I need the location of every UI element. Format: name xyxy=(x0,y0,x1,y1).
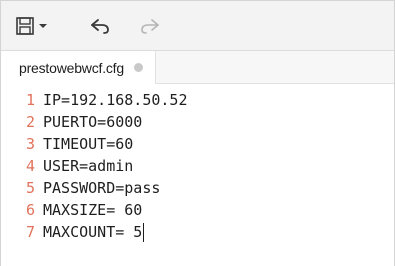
code-line: 1 IP=192.168.50.52 xyxy=(1,89,394,111)
line-number: 7 xyxy=(25,223,35,241)
line-text[interactable]: PUERTO=6000 xyxy=(43,113,142,131)
line-number: 2 xyxy=(25,113,35,131)
code-editor[interactable]: 1 IP=192.168.50.52 2 PUERTO=6000 3 TIMEO… xyxy=(1,85,394,266)
editor-window: prestowebwcf.cfg 1 IP=192.168.50.52 2 PU… xyxy=(0,0,395,266)
dropdown-arrow-icon[interactable] xyxy=(38,21,48,31)
unsaved-dot-icon xyxy=(133,63,143,72)
code-line: 2 PUERTO=6000 xyxy=(1,111,394,133)
tab-bar: prestowebwcf.cfg xyxy=(1,51,394,84)
toolbar xyxy=(1,1,394,51)
undo-button[interactable] xyxy=(85,13,115,39)
line-text[interactable]: MAXSIZE= 60 xyxy=(43,201,142,219)
redo-icon xyxy=(141,19,159,34)
code-line: 3 TIMEOUT=60 xyxy=(1,133,394,155)
line-text[interactable]: TIMEOUT=60 xyxy=(43,135,133,153)
line-number: 6 xyxy=(25,201,35,219)
tab-title: prestowebwcf.cfg xyxy=(19,59,124,76)
code-line: 7 MAXCOUNT= 5 xyxy=(1,221,394,243)
line-text[interactable]: IP=192.168.50.52 xyxy=(43,91,188,109)
line-text[interactable]: USER=admin xyxy=(43,157,133,175)
save-icon xyxy=(15,17,34,35)
code-line: 5 PASSWORD=pass xyxy=(1,177,394,199)
tab-file[interactable]: prestowebwcf.cfg xyxy=(1,51,156,84)
undo-icon xyxy=(91,19,109,34)
line-number: 4 xyxy=(25,157,35,175)
code-line: 4 USER=admin xyxy=(1,155,394,177)
save-button[interactable] xyxy=(13,13,49,39)
line-text[interactable]: MAXCOUNT= 5 xyxy=(43,223,142,241)
text-cursor xyxy=(143,222,145,242)
code-line: 6 MAXSIZE= 60 xyxy=(1,199,394,221)
line-number: 1 xyxy=(25,91,35,109)
line-number: 5 xyxy=(25,179,35,197)
line-number: 3 xyxy=(25,135,35,153)
line-text[interactable]: PASSWORD=pass xyxy=(43,179,160,197)
redo-button[interactable] xyxy=(135,13,165,39)
